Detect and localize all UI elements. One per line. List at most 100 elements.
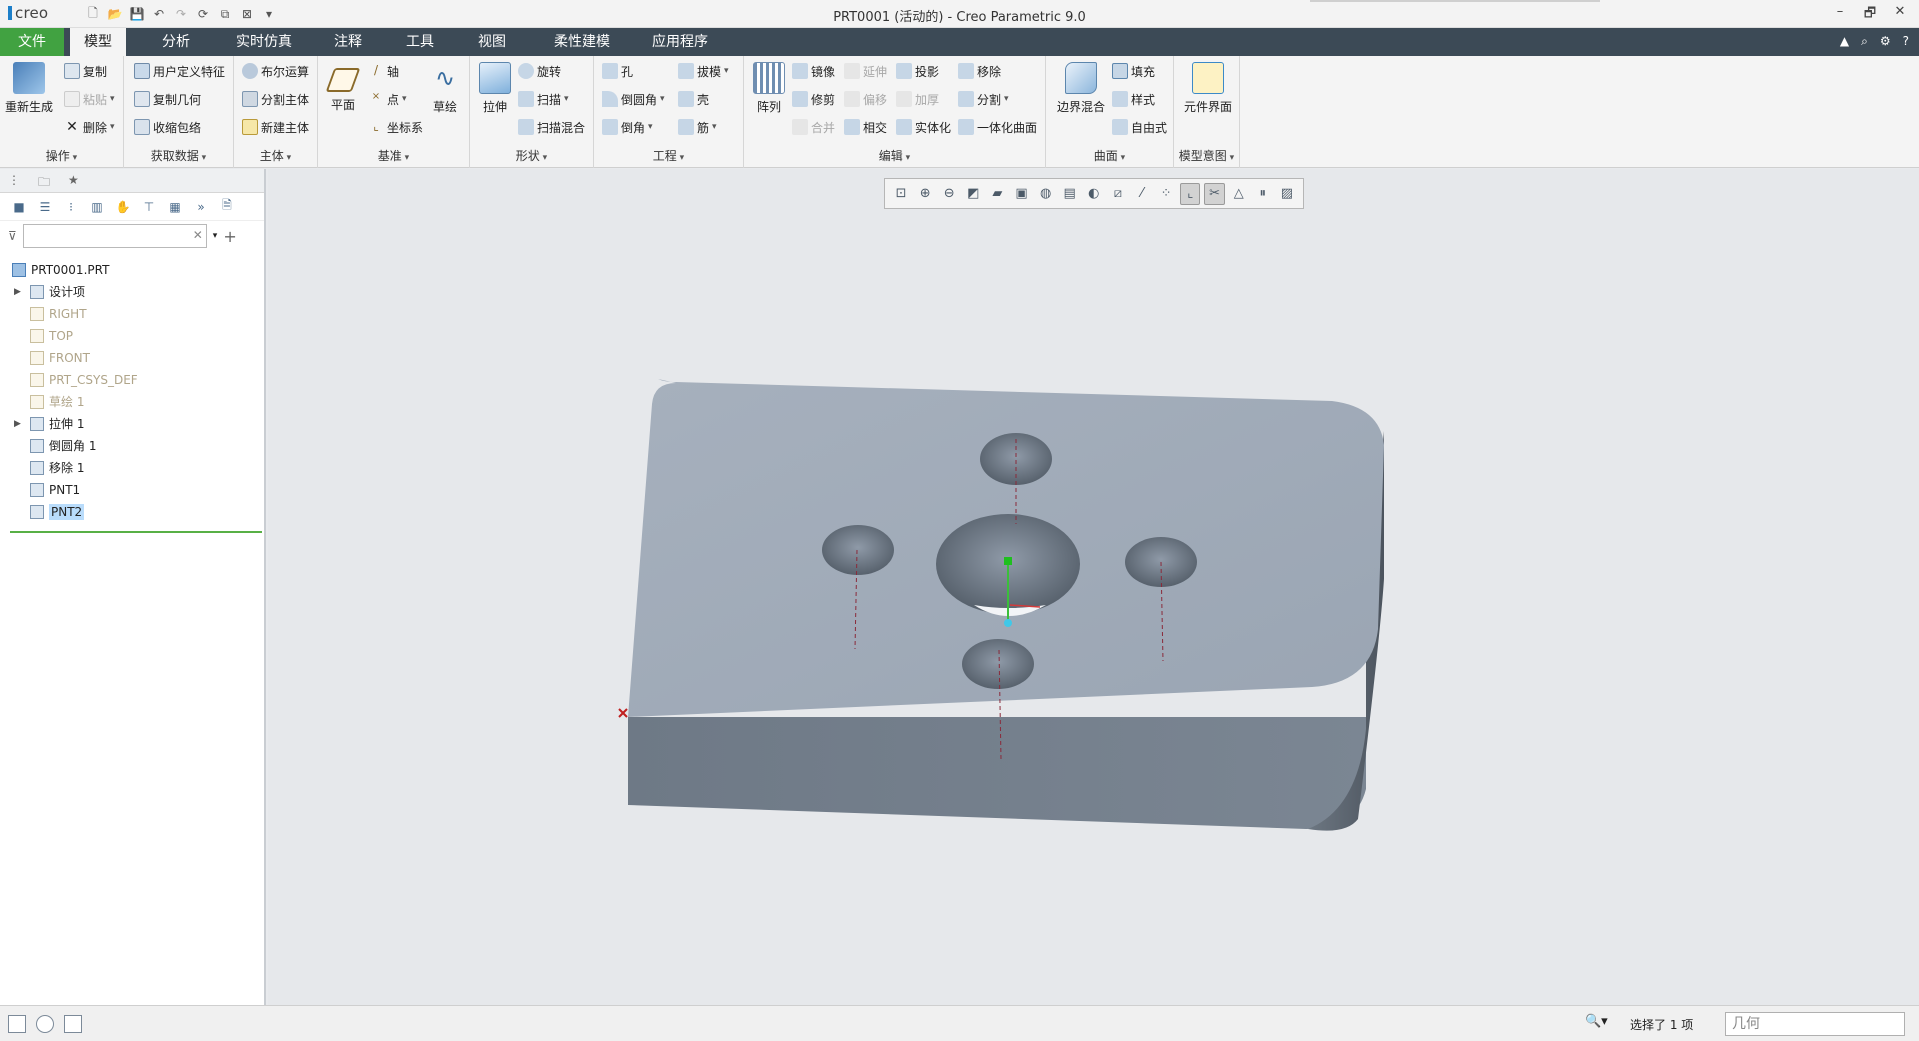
- repaint-icon[interactable]: ◩: [963, 183, 983, 205]
- paste-button[interactable]: 粘贴 ▾: [64, 88, 115, 110]
- settings-icon[interactable]: ⚙: [1880, 34, 1891, 49]
- part-block[interactable]: [618, 379, 1384, 831]
- fill-button[interactable]: 填充: [1112, 60, 1155, 82]
- project-button[interactable]: 投影: [896, 60, 939, 82]
- perspective-icon[interactable]: ▤: [1060, 183, 1080, 205]
- extend-button[interactable]: 延伸: [844, 60, 887, 82]
- shell-button[interactable]: 壳: [678, 88, 709, 110]
- group-label-body[interactable]: 主体: [234, 147, 317, 164]
- notes-icon[interactable]: 🗎: [218, 198, 236, 216]
- full-screen-icon[interactable]: [64, 1015, 82, 1033]
- tree-item[interactable]: PNT1: [0, 479, 264, 501]
- appearance-icon[interactable]: ▨: [1277, 183, 1297, 205]
- pnt2-marker[interactable]: [1004, 619, 1012, 627]
- datum-planes-icon[interactable]: ⧄: [1108, 183, 1128, 205]
- datum-axes-icon[interactable]: ⁄: [1132, 183, 1152, 205]
- chamfer-button[interactable]: 倒角 ▾: [602, 116, 653, 138]
- swept-blend-button[interactable]: 扫描混合: [518, 116, 585, 138]
- tab-file[interactable]: 文件: [0, 28, 64, 56]
- display-style-icon[interactable]: ▰: [987, 183, 1007, 205]
- group-label-editing[interactable]: 编辑: [744, 147, 1045, 164]
- collapse-ribbon-icon[interactable]: ▲: [1840, 34, 1849, 49]
- copy-button[interactable]: 复制: [64, 60, 107, 82]
- tree-collapse-icon[interactable]: ⁝: [62, 198, 80, 216]
- freestyle-button[interactable]: 自由式: [1112, 116, 1167, 138]
- body-icon[interactable]: ■: [10, 198, 28, 216]
- group-label-shapes[interactable]: 形状: [470, 147, 593, 164]
- undo-icon[interactable]: ↶: [150, 5, 168, 23]
- pattern-button[interactable]: 阵列: [744, 58, 794, 115]
- tree-filters-icon[interactable]: ⊤: [140, 198, 158, 216]
- split-button[interactable]: 分割 ▾: [958, 88, 1009, 110]
- customize-qat-icon[interactable]: ▾: [260, 5, 278, 23]
- highlight-icon[interactable]: ✋: [114, 198, 132, 216]
- more-icon[interactable]: »: [192, 198, 210, 216]
- unify-surfaces-button[interactable]: 一体化曲面: [958, 116, 1037, 138]
- close-window-icon[interactable]: ⊠: [238, 5, 256, 23]
- group-label-surfaces[interactable]: 曲面: [1046, 147, 1173, 164]
- spin-center-icon[interactable]: △: [1229, 183, 1249, 205]
- tab-view[interactable]: 视图: [464, 28, 520, 56]
- mirror-button[interactable]: 镜像: [792, 60, 835, 82]
- style-button[interactable]: 样式: [1112, 88, 1155, 110]
- round-button[interactable]: 倒圆角 ▾: [602, 88, 665, 110]
- model-viewport[interactable]: [268, 169, 1919, 1005]
- toggle-navigator-icon[interactable]: [8, 1015, 26, 1033]
- csys-marker[interactable]: [618, 708, 628, 718]
- part-front-face[interactable]: [628, 717, 1366, 829]
- tree-item[interactable]: PNT2: [0, 501, 264, 523]
- thicken-button[interactable]: 加厚: [896, 88, 939, 110]
- offset-button[interactable]: 偏移: [844, 88, 887, 110]
- revolve-button[interactable]: 旋转: [518, 60, 561, 82]
- zoom-out-icon[interactable]: ⊖: [939, 183, 959, 205]
- expand-icon[interactable]: ▶: [14, 281, 21, 303]
- group-label-operations[interactable]: 操作: [0, 147, 123, 164]
- restore-button[interactable]: 🗗: [1861, 4, 1879, 26]
- tree-root[interactable]: PRT0001.PRT: [0, 259, 264, 281]
- tab-analysis[interactable]: 分析: [148, 28, 204, 56]
- open-file-icon[interactable]: 📂: [106, 5, 124, 23]
- insert-here-line[interactable]: [10, 531, 262, 533]
- windows-icon[interactable]: ⧉: [216, 5, 234, 23]
- datum-csys-icon[interactable]: ⌞: [1180, 182, 1201, 205]
- group-label-engineering[interactable]: 工程: [594, 147, 743, 164]
- regenerate-icon[interactable]: ⟳: [194, 5, 212, 23]
- rib-button[interactable]: 筋 ▾: [678, 116, 717, 138]
- component-interface-button[interactable]: 元件界面: [1178, 58, 1238, 115]
- merge-button[interactable]: 合并: [792, 116, 835, 138]
- section-icon[interactable]: ◐: [1084, 183, 1104, 205]
- tab-tools[interactable]: 工具: [392, 28, 448, 56]
- group-label-get-data[interactable]: 获取数据: [124, 147, 233, 164]
- intersect-button[interactable]: 相交: [844, 116, 887, 138]
- hole-button[interactable]: 孔: [602, 60, 633, 82]
- folder-browser-tab-icon[interactable]: 🗀: [38, 173, 54, 189]
- tree-item[interactable]: 移除 1: [0, 457, 264, 479]
- saved-orientations-icon[interactable]: ▣: [1011, 183, 1031, 205]
- tree-item[interactable]: ▶ 拉伸 1: [0, 413, 264, 435]
- tree-columns-icon[interactable]: ▥: [88, 198, 106, 216]
- search-dropdown-icon[interactable]: ▾: [213, 231, 218, 241]
- udf-button[interactable]: 用户定义特征: [134, 60, 225, 82]
- tree-item[interactable]: 倒圆角 1: [0, 435, 264, 457]
- tree-item[interactable]: 草绘 1: [0, 391, 264, 413]
- group-label-datum[interactable]: 基准: [318, 147, 469, 164]
- extrude-button[interactable]: 拉伸: [470, 58, 520, 115]
- axis-button[interactable]: / 轴: [368, 60, 399, 82]
- tree-settings-icon[interactable]: ▦: [166, 198, 184, 216]
- delete-button[interactable]: ✕ 删除 ▾: [64, 116, 114, 138]
- redo-icon[interactable]: ↷: [172, 5, 190, 23]
- save-icon[interactable]: 💾: [128, 5, 146, 23]
- tree-item[interactable]: RIGHT: [0, 303, 264, 325]
- tree-item[interactable]: TOP: [0, 325, 264, 347]
- pnt1-marker[interactable]: [1004, 557, 1012, 565]
- clear-search-icon[interactable]: ✕: [193, 228, 203, 242]
- regenerate-button[interactable]: 重新生成: [4, 58, 54, 115]
- sweep-button[interactable]: 扫描 ▾: [518, 88, 569, 110]
- tree-list-icon[interactable]: ☰: [36, 198, 54, 216]
- datum-points-icon[interactable]: ⁘: [1156, 183, 1176, 205]
- filter-icon[interactable]: ⊽: [8, 229, 17, 243]
- selection-filter[interactable]: 几何: [1725, 1012, 1905, 1036]
- copy-geometry-button[interactable]: 复制几何: [134, 88, 201, 110]
- annotation-display-icon[interactable]: ✂: [1204, 182, 1225, 205]
- toggle-browser-icon[interactable]: [36, 1015, 54, 1033]
